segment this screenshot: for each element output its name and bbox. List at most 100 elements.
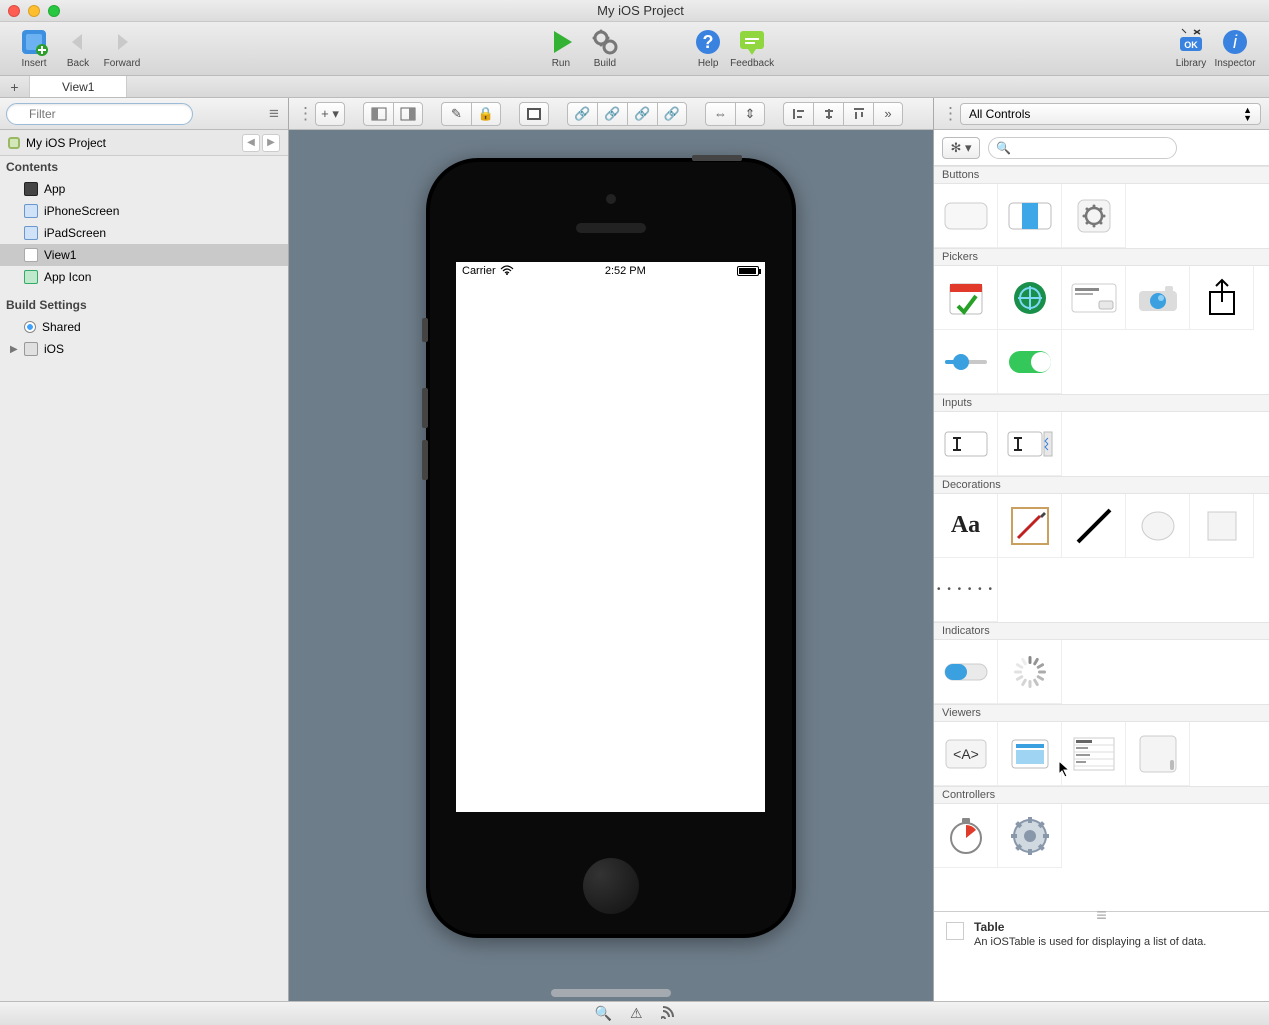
control-spinner[interactable] <box>998 640 1062 704</box>
align-top-button[interactable] <box>843 102 873 126</box>
canvas-area[interactable]: ⋮ + ▾ ✎ 🔒 🔗 🔗 🔗 🔗 ⇔ <box>289 98 933 1001</box>
ruler-button[interactable] <box>519 102 549 126</box>
device-earpiece <box>576 223 646 233</box>
device-screen[interactable]: Carrier 2:52 PM <box>456 262 765 812</box>
minimize-window-button[interactable] <box>28 5 40 17</box>
tree-item-ios[interactable]: ▶iOS <box>0 338 288 360</box>
main-toolbar: Insert Back Forward Run Build ? Help Fee… <box>0 22 1269 76</box>
build-button[interactable]: Build <box>583 26 627 69</box>
home-button <box>583 858 639 914</box>
insert-icon <box>18 26 50 58</box>
control-toolbutton[interactable] <box>1062 184 1126 248</box>
table-icon <box>946 922 964 940</box>
control-share[interactable] <box>1190 266 1254 330</box>
control-scrollview[interactable] <box>1126 722 1190 786</box>
warnings-status-icon[interactable]: ⚠ <box>630 1005 643 1022</box>
control-location[interactable] <box>998 266 1062 330</box>
control-oval[interactable] <box>1126 494 1190 558</box>
help-button[interactable]: ? Help <box>686 26 730 69</box>
layout-front-button[interactable] <box>363 102 393 126</box>
control-slider[interactable] <box>934 330 998 394</box>
tree-item-iphonescreen[interactable]: iPhoneScreen <box>0 200 288 222</box>
tab-view1[interactable]: View1 <box>30 76 127 97</box>
search-status-icon[interactable]: 🔍 <box>595 1005 612 1022</box>
navigator-sidebar: 🔍 ≡ My iOS Project ◀ ▶ Contents App iPho… <box>0 98 289 1001</box>
control-htmlviewer[interactable]: <A> <box>934 722 998 786</box>
zoom-window-button[interactable] <box>48 5 60 17</box>
library-options-button[interactable]: ✻ ▾ <box>942 137 980 159</box>
horizontal-scrollbar[interactable] <box>551 989 671 997</box>
overflow-button[interactable]: » <box>873 102 903 126</box>
control-line[interactable] <box>1062 494 1126 558</box>
battery-icon <box>737 266 759 276</box>
control-label[interactable]: Aa <box>934 494 998 558</box>
control-rect[interactable] <box>1190 494 1254 558</box>
vspace-button[interactable]: ⇕ <box>735 102 765 126</box>
tree-item-app[interactable]: App <box>0 178 288 200</box>
nav-forward-button[interactable]: ▶ <box>262 134 280 152</box>
control-searchfield[interactable] <box>998 412 1062 476</box>
navigator-menu-icon[interactable]: ≡ <box>266 104 282 124</box>
feedback-icon <box>738 28 766 56</box>
library-search-row: ✻ ▾ 🔍 <box>934 130 1269 166</box>
library-filter-bar: ⋮ All Controls ▲▼ <box>934 98 1269 130</box>
back-button[interactable]: Back <box>56 26 100 69</box>
window-title: My iOS Project <box>72 3 1209 18</box>
control-timer[interactable] <box>934 804 998 868</box>
navigator-filter-bar: 🔍 ≡ <box>0 98 288 130</box>
control-table[interactable] <box>1062 722 1126 786</box>
edit-button[interactable]: ✎ <box>441 102 471 126</box>
section-pickers: Pickers <box>934 248 1269 266</box>
section-controllers: Controllers <box>934 786 1269 804</box>
tree-item-ipadscreen[interactable]: iPadScreen <box>0 222 288 244</box>
library-filter-select[interactable]: All Controls ▲▼ <box>960 103 1261 125</box>
feedback-button[interactable]: Feedback <box>730 26 774 69</box>
control-popup[interactable] <box>1062 266 1126 330</box>
add-control-button[interactable]: + ▾ <box>315 102 345 126</box>
main-area: 🔍 ≡ My iOS Project ◀ ▶ Contents App iPho… <box>0 98 1269 1001</box>
control-canvas[interactable] <box>998 494 1062 558</box>
layout-back-button[interactable] <box>393 102 423 126</box>
tree-item-shared[interactable]: Shared <box>0 316 288 338</box>
hspace-button[interactable]: ⇔ <box>705 102 735 126</box>
inspector-button[interactable]: i Inspector <box>1213 26 1257 69</box>
resize-grip-icon[interactable]: ≡ <box>1082 911 1122 919</box>
run-button[interactable]: Run <box>539 26 583 69</box>
control-threadcontroller[interactable] <box>998 804 1062 868</box>
control-datepicker[interactable] <box>934 266 998 330</box>
forward-icon <box>108 28 136 56</box>
forward-button[interactable]: Forward <box>100 26 144 69</box>
navigator-filter-input[interactable] <box>6 103 193 125</box>
close-window-button[interactable] <box>8 5 20 17</box>
disclosure-arrow-icon[interactable]: ▶ <box>10 344 22 355</box>
align-center-button[interactable] <box>813 102 843 126</box>
control-progressbar[interactable] <box>934 640 998 704</box>
control-textfield[interactable] <box>934 412 998 476</box>
tree-item-view1[interactable]: View1 <box>0 244 288 266</box>
project-header[interactable]: My iOS Project ◀ ▶ <box>0 130 288 156</box>
build-settings-header: Build Settings <box>0 294 288 316</box>
library-search-input[interactable] <box>988 137 1177 159</box>
link2-button[interactable]: 🔗 <box>597 102 627 126</box>
lock-button[interactable]: 🔒 <box>471 102 501 126</box>
control-button[interactable] <box>934 184 998 248</box>
device-frame: Carrier 2:52 PM <box>426 158 796 938</box>
link1-button[interactable]: 🔗 <box>567 102 597 126</box>
nav-back-button[interactable]: ◀ <box>242 134 260 152</box>
tree-item-appicon[interactable]: App Icon <box>0 266 288 288</box>
control-segmented[interactable] <box>998 184 1062 248</box>
control-camera[interactable] <box>1126 266 1190 330</box>
panel-handle-icon[interactable]: ⋮ <box>942 104 954 124</box>
control-separator[interactable]: • • • • • • <box>934 558 998 622</box>
add-tab-button[interactable]: + <box>0 76 30 97</box>
panel-handle-icon[interactable]: ⋮ <box>297 104 309 124</box>
library-button[interactable]: OK Library <box>1169 26 1213 69</box>
align-left-button[interactable] <box>783 102 813 126</box>
library-scroll[interactable]: Buttons Pickers Inputs Decora <box>934 166 1269 911</box>
control-switch[interactable] <box>998 330 1062 394</box>
link4-button[interactable]: 🔗 <box>657 102 687 126</box>
insert-button[interactable]: Insert <box>12 26 56 69</box>
link3-button[interactable]: 🔗 <box>627 102 657 126</box>
rss-status-icon[interactable] <box>661 1005 675 1022</box>
control-imageview[interactable] <box>998 722 1062 786</box>
